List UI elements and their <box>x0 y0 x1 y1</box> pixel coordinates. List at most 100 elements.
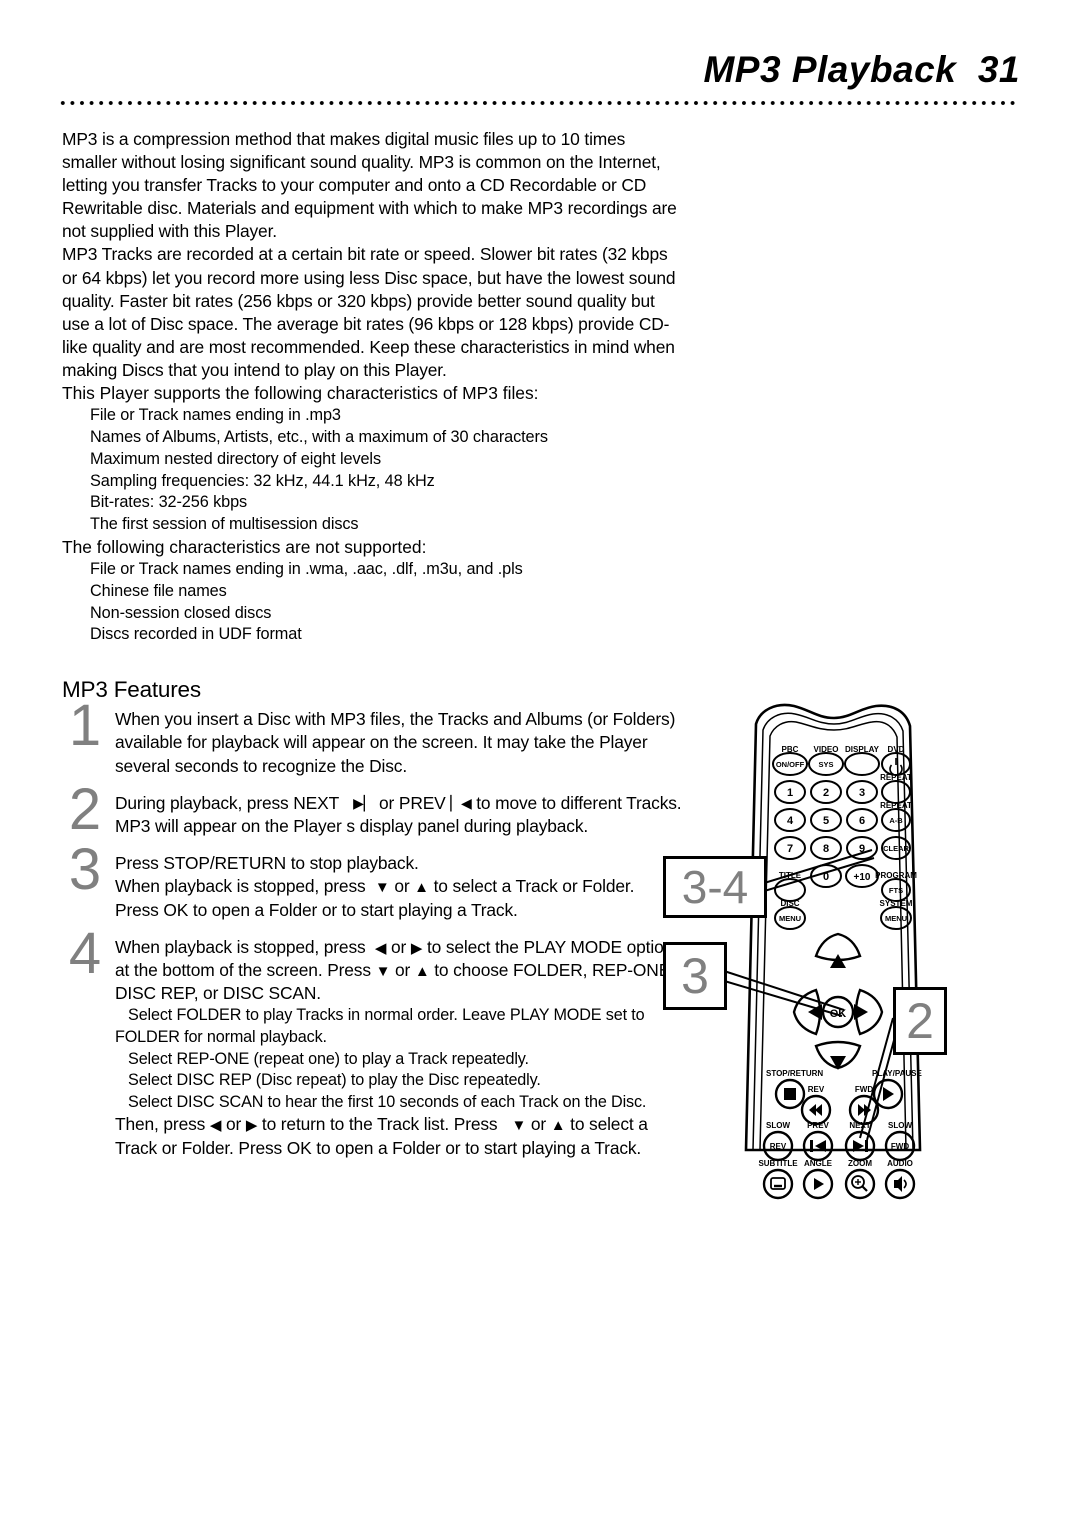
step-detail-text: Select DISC SCAN to hear the first 10 se… <box>128 1092 647 1111</box>
arrow-up-icon <box>830 954 846 968</box>
step-number: 3 <box>68 837 102 903</box>
remote-control-figure: PBC VIDEO DISPLAY DVD REPEAT REPEAT TITL… <box>648 680 1048 1200</box>
page-title: MP3 Playback 31 <box>703 49 1020 90</box>
repeat-button <box>881 780 911 804</box>
list-item: Discs recorded in UDF format <box>90 625 302 644</box>
clear-text: CLEAR <box>883 844 909 853</box>
step-text: When you insert a Disc with MP3 files, t… <box>115 709 676 776</box>
key-3-text: 3 <box>859 787 865 799</box>
arrow-left-icon: ◀ <box>374 939 387 957</box>
list-item: Sampling frequencies: 32 kHz, 44.1 kHz, … <box>90 471 435 490</box>
step-detail: Select DISC REP (Disc repeat) to play th… <box>115 1070 682 1092</box>
step-detail-text: or <box>225 1114 242 1135</box>
step-detail: Select REP-ONE (repeat one) to play a Tr… <box>115 1049 682 1071</box>
prev-label: PREV <box>807 1121 829 1130</box>
arrow-right-icon <box>854 1004 868 1020</box>
arrow-left-icon: ◀ <box>209 1117 222 1135</box>
step-number: 4 <box>68 920 102 986</box>
page-header: MP3 Playback 31 <box>58 48 1020 108</box>
step-detail: Select FOLDER to play Tracks in normal o… <box>115 1005 682 1048</box>
slow-fwd-label: SLOW <box>888 1121 912 1130</box>
list-item: Bit-rates: 32-256 kbps <box>90 493 248 512</box>
zoom-label: ZOOM <box>848 1159 872 1168</box>
step-detail-text: to return to the Track list. Press <box>261 1114 498 1135</box>
remote-control-illustration: PBC VIDEO DISPLAY DVD REPEAT REPEAT TITL… <box>720 703 922 1200</box>
step-3: 3 Press STOP/RETURN to stop playback. Whe… <box>62 841 682 922</box>
step-number: 1 <box>68 693 102 759</box>
unsupported-intro: The following characteristics are not su… <box>62 536 427 557</box>
rewind-icon-b <box>809 1104 816 1116</box>
rewind-icon-a <box>815 1104 822 1116</box>
arrow-up-icon: ▲ <box>550 1117 566 1135</box>
step-detail-text: Select FOLDER to play Tracks in normal o… <box>115 1006 645 1047</box>
list-item: Maximum nested directory of eight levels <box>90 449 381 468</box>
list-item: File or Track names ending in .mp3 <box>90 406 341 425</box>
supported-intro: This Player supports the following chara… <box>62 383 539 404</box>
step-4: 4 When playback is stopped, press ◀ or ▶… <box>62 924 682 1160</box>
intro-paragraph-1: MP3 is a compression method that makes d… <box>62 129 677 242</box>
step-text-part: or <box>394 960 411 981</box>
arrow-down-icon <box>830 1056 846 1070</box>
steps-list: 1 When you insert a Disc with MP3 files,… <box>62 697 682 1160</box>
step-2: 2 During playback, press NEXT ▶▏ or PREV… <box>62 780 682 838</box>
video-sys-text: SYS <box>818 760 833 769</box>
slow-rev-text: REV <box>770 1142 787 1151</box>
step-text-line: Press STOP/RETURN to stop playback. <box>115 853 419 874</box>
step-text-part: or <box>391 936 407 957</box>
audio-label: AUDIO <box>887 1159 913 1168</box>
step-detail-text: Then, press <box>115 1114 206 1135</box>
disc-menu-text: MENU <box>779 914 801 923</box>
audio-icon <box>894 1176 907 1192</box>
key-2-text: 2 <box>823 787 829 799</box>
step-text-part: or PREV <box>379 792 446 813</box>
zoom-icon <box>851 1175 868 1192</box>
arrow-down-icon: ▼ <box>375 963 391 981</box>
play-icon <box>883 1087 894 1101</box>
arrow-up-icon: ▲ <box>414 879 429 897</box>
arrow-up-icon: ▲ <box>414 963 430 981</box>
key-plus10-text: +10 <box>854 872 871 883</box>
key-4-text: 4 <box>787 815 794 827</box>
display-button <box>844 752 880 776</box>
callout-2: 2 <box>893 987 947 1055</box>
callout-3: 3 <box>663 942 727 1010</box>
angle-label: ANGLE <box>804 1159 833 1168</box>
list-item: Non-session closed discs <box>90 603 272 622</box>
subtitle-label: SUBTITLE <box>758 1159 798 1168</box>
next-icon-bar <box>865 1140 868 1152</box>
step-text-part: During playback, press NEXT <box>115 792 340 813</box>
zoom-button <box>844 1168 876 1200</box>
step-detail: Then, press ◀ or ▶ to return to the Trac… <box>115 1113 682 1159</box>
step-text: During playback, press NEXT ▶▏ or PREV ▏… <box>115 792 682 838</box>
slow-fwd-text: FWD <box>891 1142 909 1151</box>
prev-icon-bar <box>810 1140 813 1152</box>
intro-paragraph-2: MP3 Tracks are recorded at a certain bit… <box>62 244 676 380</box>
next-icon: ▶▏ <box>353 794 375 811</box>
next-label: NEXT <box>849 1121 870 1130</box>
supported-list: File or Track names ending in .mp3 Names… <box>62 405 682 536</box>
key-1-text: 1 <box>787 787 793 799</box>
arrow-down-icon: ▼ <box>511 1117 527 1135</box>
step-text: When playback is stopped, press ◀ or ▶ t… <box>115 936 682 1160</box>
step-detail: Select DISC SCAN to hear the first 10 se… <box>115 1092 682 1114</box>
callout-3-4: 3-4 <box>663 856 767 918</box>
fwd-label: FWD <box>855 1085 873 1094</box>
fastforward-icon-a <box>858 1104 865 1116</box>
slow-rev-label: SLOW <box>766 1121 790 1130</box>
list-item: Names of Albums, Artists, etc., with a m… <box>90 427 548 446</box>
step-text: Press STOP/RETURN to stop playback. When … <box>115 852 682 922</box>
arrow-down-icon: ▼ <box>374 879 390 897</box>
system-menu-text: MENU <box>885 914 907 923</box>
list-item: File or Track names ending in .wma, .aac… <box>90 560 523 578</box>
header-dotted-rule <box>58 100 1020 106</box>
arrow-right-icon: ▶ <box>245 1117 258 1135</box>
main-content: MP3 is a compression method that makes d… <box>62 128 682 1174</box>
key-8-text: 8 <box>823 843 829 855</box>
subtitle-icon <box>770 1177 786 1190</box>
step-text-part: or <box>394 876 410 897</box>
unsupported-list: File or Track names ending in .wma, .aac… <box>62 559 682 646</box>
step-detail-text: Select REP-ONE (repeat one) to play a Tr… <box>128 1049 529 1068</box>
stop-return-label: STOP/RETURN <box>766 1069 823 1078</box>
angle-icon <box>814 1178 824 1190</box>
step-text-part: When playback is stopped, press <box>115 876 366 897</box>
